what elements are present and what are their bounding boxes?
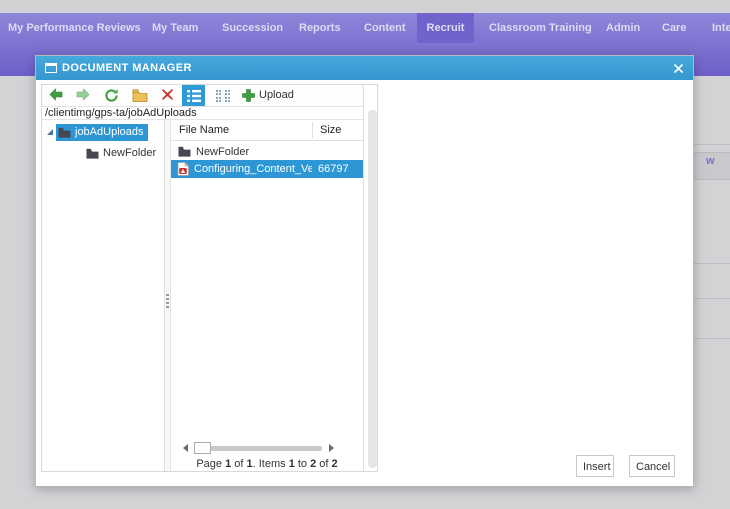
dialog-title: DOCUMENT MANAGER xyxy=(62,62,192,74)
file-row-configuring-content-vendo[interactable]: Configuring_Content_Vendo 66797 xyxy=(171,160,363,178)
explorer-toolbar: Upload xyxy=(42,85,363,107)
file-list: File Name Size NewFolder Configuring_Con… xyxy=(171,120,363,471)
explorer-main: Upload /clientimg/gps-ta/jobAdUploads jo… xyxy=(42,85,364,471)
vertical-scrollbar[interactable] xyxy=(368,110,377,468)
horizontal-scrollbar[interactable] xyxy=(177,441,337,455)
folder-tree: jobAdUploads NewFolder xyxy=(42,120,164,471)
back-icon[interactable] xyxy=(49,88,65,103)
bg-table-divider xyxy=(694,298,730,299)
list-view-button[interactable] xyxy=(182,85,205,106)
file-list-header: File Name Size xyxy=(171,120,363,141)
nav-item-inte-clipped[interactable]: Inte xyxy=(712,13,730,43)
bg-partial-link: w xyxy=(706,155,715,167)
delete-icon[interactable] xyxy=(161,88,177,103)
bg-table-divider xyxy=(694,144,730,145)
file-name: NewFolder xyxy=(196,145,250,158)
scrollbar-thumb[interactable] xyxy=(194,442,211,454)
panel-splitter[interactable] xyxy=(164,120,171,471)
file-name: Configuring_Content_Vendo xyxy=(194,163,312,175)
cancel-button[interactable]: Cancel xyxy=(629,455,675,477)
nav-item-my-performance-reviews[interactable]: My Performance Reviews xyxy=(8,13,141,43)
tree-node-label: jobAdUploads xyxy=(75,126,144,138)
refresh-icon[interactable] xyxy=(104,88,120,103)
nav-item-content[interactable]: Content xyxy=(364,13,406,43)
tree-node-label: NewFolder xyxy=(103,147,157,159)
tree-node-jobadUploads[interactable]: jobAdUploads xyxy=(56,124,148,141)
nav-item-classroom-training[interactable]: Classroom Training xyxy=(489,13,592,43)
close-icon[interactable] xyxy=(673,63,684,74)
browser-top-strip xyxy=(0,0,730,13)
grid-view-button[interactable] xyxy=(212,85,234,106)
file-row-newfolder[interactable]: NewFolder xyxy=(171,143,363,160)
insert-button[interactable]: Insert xyxy=(576,455,614,477)
file-explorer: Upload /clientimg/gps-ta/jobAdUploads jo… xyxy=(41,84,378,472)
nav-item-care[interactable]: Care xyxy=(662,13,686,43)
forward-icon[interactable] xyxy=(76,88,92,103)
scroll-left-icon[interactable] xyxy=(183,444,188,452)
tree-node-newfolder[interactable]: NewFolder xyxy=(86,145,156,162)
nav-item-admin[interactable]: Admin xyxy=(606,13,640,43)
bg-table-divider xyxy=(694,263,730,264)
upload-button-label: Upload xyxy=(259,89,294,101)
pdf-file-icon xyxy=(177,162,189,176)
scrollbar-track[interactable] xyxy=(194,446,322,451)
upload-plus-icon xyxy=(242,89,255,102)
dialog-titlebar[interactable]: DOCUMENT MANAGER xyxy=(36,56,693,80)
folder-icon xyxy=(178,146,191,157)
window-icon xyxy=(45,63,57,73)
column-header-size[interactable]: Size xyxy=(320,120,341,140)
scroll-right-icon[interactable] xyxy=(329,444,334,452)
folder-icon xyxy=(58,127,71,138)
address-bar[interactable]: /clientimg/gps-ta/jobAdUploads xyxy=(42,106,363,120)
nav-item-recruit[interactable]: Recruit xyxy=(417,13,474,43)
new-folder-icon[interactable] xyxy=(132,88,148,103)
file-size: 66797 xyxy=(318,163,349,175)
column-separator[interactable] xyxy=(312,122,313,138)
folder-icon xyxy=(86,148,99,159)
splitter-grip-icon xyxy=(166,294,169,308)
nav-item-my-team[interactable]: My Team xyxy=(152,13,198,43)
column-header-file-name[interactable]: File Name xyxy=(179,120,229,140)
tree-expand-icon[interactable] xyxy=(46,128,54,136)
document-manager-dialog: DOCUMENT MANAGER Upload /clientimg/gps-t… xyxy=(35,55,694,487)
pagination-status: Page 1 of 1. Items 1 to 2 of 2 xyxy=(196,458,338,470)
nav-item-succession[interactable]: Succession xyxy=(222,13,283,43)
screen: My Performance Reviews My Team Successio… xyxy=(0,0,730,509)
upload-button[interactable]: Upload xyxy=(242,85,306,106)
nav-item-reports[interactable]: Reports xyxy=(299,13,341,43)
bg-table-divider xyxy=(694,338,730,339)
